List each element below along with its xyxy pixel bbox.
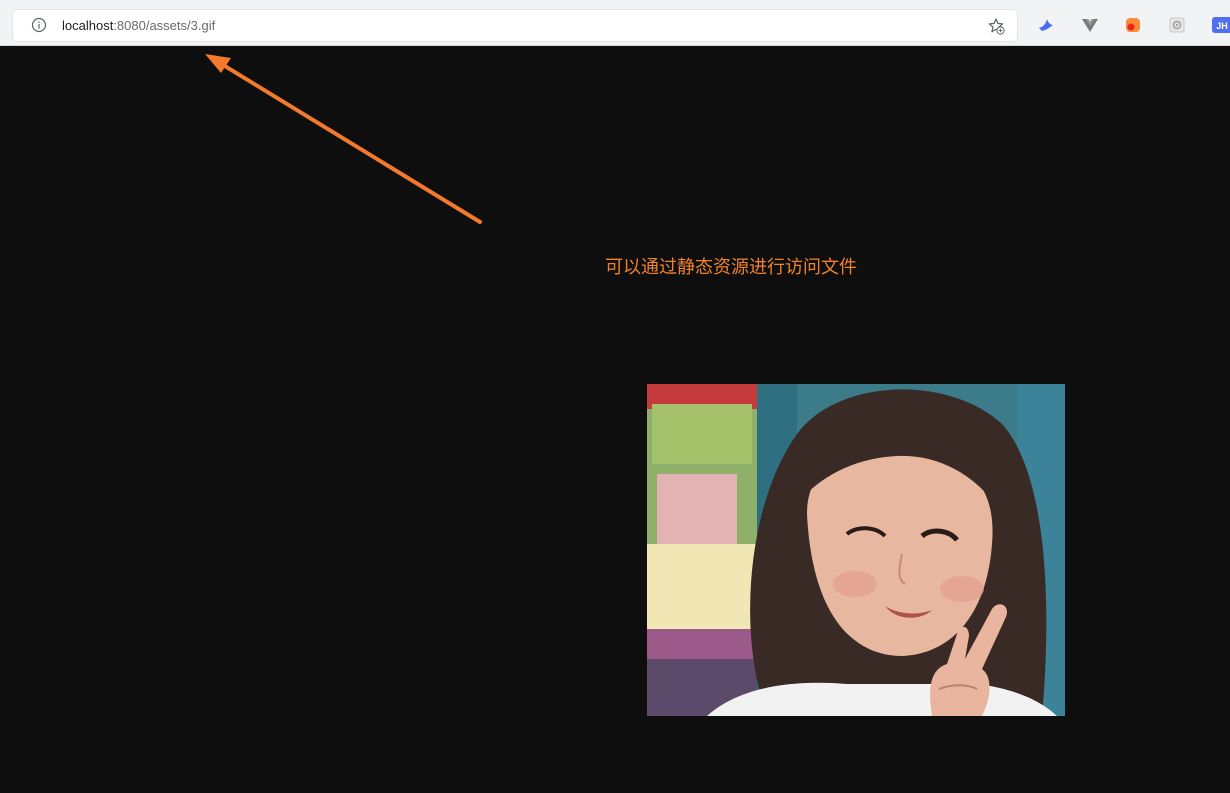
address-bar[interactable]: localhost:8080/assets/3.gif: [13, 10, 1017, 41]
annotation-text: 可以通过静态资源进行访问文件: [605, 257, 857, 278]
url-host: localhost: [62, 18, 114, 33]
gear-extension-icon[interactable]: [1168, 16, 1186, 34]
url-text[interactable]: localhost:8080/assets/3.gif: [62, 18, 215, 34]
vue-devtools-icon[interactable]: [1081, 16, 1099, 34]
url-path: :8080/assets/3.gif: [113, 18, 216, 33]
browser-toolbar: localhost:8080/assets/3.gif JH: [0, 0, 1230, 46]
gif-image-illustration: [647, 384, 1065, 716]
jh-extension-label: JH: [1216, 21, 1228, 31]
gif-image: [647, 384, 1065, 716]
info-icon[interactable]: [31, 17, 47, 33]
jh-extension-icon[interactable]: JH: [1212, 16, 1230, 34]
bird-extension-icon[interactable]: [1037, 16, 1055, 34]
orange-extension-icon[interactable]: [1124, 16, 1142, 34]
page-viewport: 可以通过静态资源进行访问文件: [0, 46, 1230, 793]
bookmark-star-icon[interactable]: [987, 17, 1005, 35]
